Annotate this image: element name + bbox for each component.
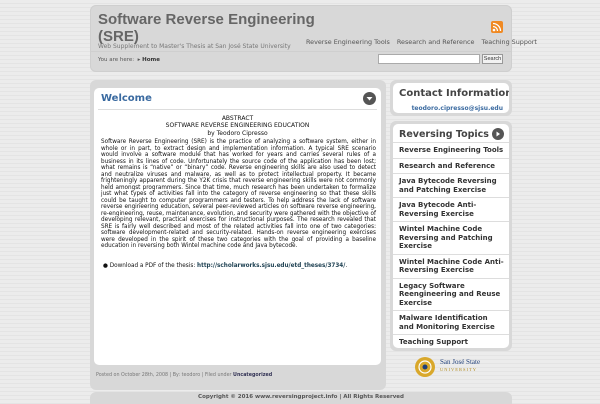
sjsu-logo[interactable]: San José State UNIVERSITY xyxy=(414,356,484,378)
sjsu-logo-icon xyxy=(415,357,435,377)
site-footer: Copyright © 2016 www.reversingproject.in… xyxy=(90,392,512,404)
post-meta-text: Posted on October 28th, 2008 | By: teodo… xyxy=(96,373,234,378)
footer-copyright: Copyright © 2016 www.reversingproject.in… xyxy=(198,394,404,400)
main-content: Welcome ABSTRACT SOFTWARE REVERSE ENGINE… xyxy=(90,80,386,390)
topic-research-and-reference[interactable]: Research and Reference xyxy=(393,157,509,174)
breadcrumb: You are here: ▸ Home xyxy=(98,57,160,63)
search-button[interactable]: Search xyxy=(482,54,503,64)
topic-java-bytecode-anti-reversing[interactable]: Java Bytecode Anti-Reversing Exercise xyxy=(393,197,509,221)
download-line: ● Download a PDF of the thesis: http://s… xyxy=(103,263,378,270)
post-title[interactable]: Welcome xyxy=(101,93,152,104)
topic-reverse-engineering-tools[interactable]: Reverse Engineering Tools xyxy=(393,142,509,158)
category-link[interactable]: Uncategorized xyxy=(233,373,272,378)
breadcrumb-bar: You are here: ▸ Home Search xyxy=(90,51,512,66)
site-tagline: Web Supplement to Master's Thesis at San… xyxy=(98,43,291,50)
contact-title: Contact Information xyxy=(399,88,509,99)
post-meta: Posted on October 28th, 2008 | By: teodo… xyxy=(96,373,272,378)
site-header: Software Reverse Engineering (SRE) Web S… xyxy=(90,5,537,72)
topic-legacy-reengineering[interactable]: Legacy Software Reengineering and Reuse … xyxy=(393,277,509,311)
nav-teaching-support[interactable]: Teaching Support xyxy=(482,38,537,46)
topics-list: Reverse Engineering Tools Research and R… xyxy=(393,142,509,350)
chevron-down-icon[interactable] xyxy=(363,92,376,105)
breadcrumb-home[interactable]: Home xyxy=(142,57,160,63)
post-body: Software Reverse Engineering (SRE) is th… xyxy=(101,139,376,249)
download-suffix: . xyxy=(345,263,348,269)
contact-email-link[interactable]: teodoro.cipresso@sjsu.edu xyxy=(412,105,503,112)
rss-icon[interactable] xyxy=(491,21,503,33)
reversing-topics-widget: Reversing Topics Reverse Engineering Too… xyxy=(390,121,512,351)
top-navigation: Reverse Engineering Tools Research and R… xyxy=(301,38,537,46)
abstract-heading: ABSTRACT SOFTWARE REVERSE ENGINEERING ED… xyxy=(94,115,381,137)
contact-panel: Contact Information teodoro.cipresso@sjs… xyxy=(393,83,509,113)
topic-wintel-anti-reversing[interactable]: Wintel Machine Code Anti-Reversing Exerc… xyxy=(393,253,509,278)
abstract-label: ABSTRACT xyxy=(221,115,254,122)
nav-reverse-engineering-tools[interactable]: Reverse Engineering Tools xyxy=(306,38,390,46)
contact-widget: Contact Information teodoro.cipresso@sjs… xyxy=(390,80,512,116)
bullet-icon: ● xyxy=(103,263,110,269)
breadcrumb-label: You are here: xyxy=(98,57,135,63)
topic-wintel-reversing[interactable]: Wintel Machine Code Reversing and Patchi… xyxy=(393,221,509,254)
topics-title: Reversing Topics xyxy=(399,129,489,140)
search-input[interactable] xyxy=(378,54,480,64)
chevron-up-icon[interactable] xyxy=(492,128,504,140)
abstract-author: by Teodoro Cipresso xyxy=(207,129,268,137)
post-welcome: Welcome ABSTRACT SOFTWARE REVERSE ENGINE… xyxy=(94,88,381,365)
topics-panel: Reversing Topics Reverse Engineering Too… xyxy=(393,124,509,348)
logo-line-1: San José State xyxy=(440,358,481,366)
post-divider xyxy=(98,109,377,110)
download-prefix: Download a PDF of the thesis: xyxy=(109,263,198,269)
nav-research-and-reference[interactable]: Research and Reference xyxy=(397,38,475,46)
logo-line-2: UNIVERSITY xyxy=(440,367,477,372)
topic-malware-identification[interactable]: Malware Identification and Monitoring Ex… xyxy=(393,310,509,334)
topic-teaching-support[interactable]: Teaching Support xyxy=(393,334,509,350)
abstract-title: SOFTWARE REVERSE ENGINEERING EDUCATION xyxy=(165,122,310,130)
topic-java-bytecode-reversing[interactable]: Java Bytecode Reversing and Patching Exe… xyxy=(393,173,509,197)
thesis-link[interactable]: http://scholarworks.sjsu.edu/etd_theses/… xyxy=(197,263,345,269)
